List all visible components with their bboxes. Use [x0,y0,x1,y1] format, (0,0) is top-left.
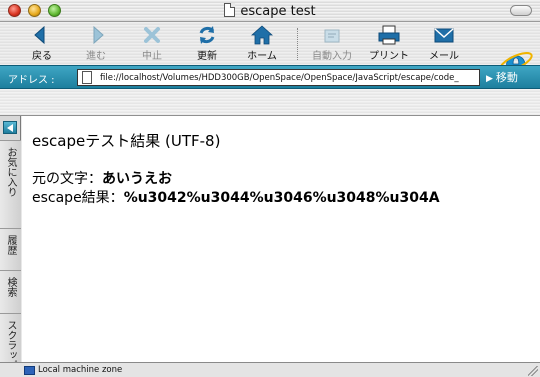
sidebar-tab-scrapbook[interactable]: スクラップ [0,313,21,362]
sidebar-tab-history[interactable]: 履歴 [0,228,21,270]
mail-button[interactable]: メール [418,24,470,64]
home-icon [251,25,273,45]
mail-button-label: メール [429,51,459,62]
favorites-bar [0,89,540,116]
stop-button[interactable]: 中止 [126,24,178,64]
home-button-label: ホーム [247,51,277,62]
home-button[interactable]: ホーム [236,24,288,64]
toolbar-separator [297,28,298,60]
back-arrow-icon [34,25,45,45]
page-icon [82,71,92,84]
window-title-group: escape test [0,3,540,19]
escape-result-label: escape結果： [32,190,124,206]
go-button-label: 移動 [495,71,518,84]
printer-icon [378,25,400,45]
go-button[interactable]: ▶ 移動 [486,69,540,86]
refresh-button[interactable]: 更新 [181,24,233,64]
back-button-label: 戻る [32,51,52,62]
print-button[interactable]: プリント [363,24,415,64]
autofill-icon [324,29,340,43]
forward-button[interactable]: 進む [70,24,122,64]
sidebar-tab-search[interactable]: 検索 [0,270,21,313]
explorer-sidebar: お気に入り 履歴 検索 スクラップ [0,116,21,362]
zone-status-text: Local machine zone [38,365,123,375]
page-content: escapeテスト結果 (UTF-8) 元の文字：あいうえお escape結果：… [22,116,540,362]
original-text-value: あいうえお [102,171,172,187]
autofill-button[interactable]: 自動入力 [306,24,358,64]
forward-button-label: 進む [86,51,106,62]
original-text-label: 元の文字： [32,171,102,187]
stop-x-icon [144,27,160,43]
title-bar: escape test [0,0,540,22]
address-label: アドレス : [8,75,55,86]
refresh-button-label: 更新 [197,51,217,62]
escape-result-value: %u3042%u3044%u3046%u3048%u304A [123,190,440,206]
sidebar-tab-label: お気に入り [5,147,16,197]
back-button[interactable]: 戻る [16,24,68,64]
address-bar: アドレス : file://localhost/Volumes/HDD300GB… [0,65,540,89]
document-icon [224,3,236,17]
autofill-button-label: 自動入力 [312,51,352,62]
sidebar-tab-favorites[interactable]: お気に入り [0,140,21,228]
sidebar-tab-label: 履歴 [5,235,16,255]
toolbar: 戻る 進む 中止 更新 ホーム 自動入力 プリント メール e [0,22,540,80]
sidebar-tab-label: 検索 [5,277,16,297]
toolbar-toggle-button[interactable] [510,5,532,16]
sidebar-collapse-icon[interactable] [3,121,17,134]
escape-result-row: escape結果：%u3042%u3044%u3046%u3048%u304A [32,187,440,207]
resize-grip-icon[interactable] [528,366,538,376]
stop-button-label: 中止 [142,51,162,62]
mail-icon [434,28,454,43]
refresh-icon [199,26,215,44]
page-heading: escapeテスト結果 (UTF-8) [32,132,221,150]
forward-arrow-icon [93,25,104,45]
status-bar: Local machine zone [0,362,540,377]
zone-icon [24,366,35,375]
window-title: escape test [240,4,316,19]
browser-window: escape test 戻る 進む 中止 更新 ホーム 自動入力 プリント メー… [0,0,540,377]
address-field[interactable]: file://localhost/Volumes/HDD300GB/OpenSp… [77,69,480,86]
print-button-label: プリント [369,51,409,62]
go-arrow-icon: ▶ [486,74,493,84]
original-text-row: 元の文字：あいうえお [32,168,172,188]
sidebar-tab-label: スクラップ [5,320,16,362]
